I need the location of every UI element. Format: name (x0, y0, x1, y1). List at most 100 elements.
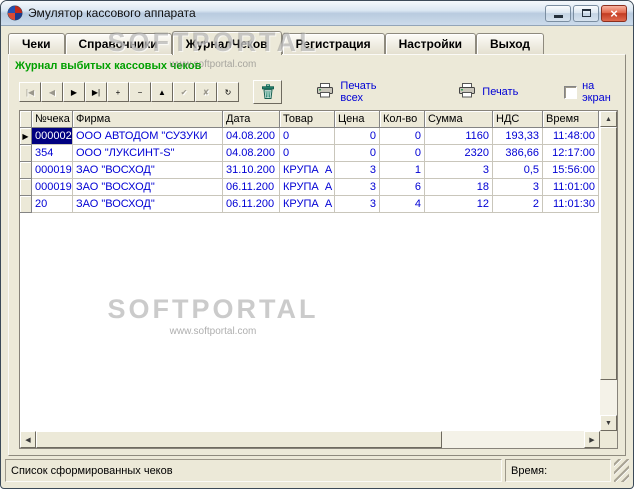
status-panel-time: Время: (505, 459, 611, 482)
cell[interactable]: 31.10.200 (223, 162, 280, 179)
cell[interactable]: ЗАО "ВОСХОД" (73, 179, 223, 196)
cell[interactable]: 3 (425, 162, 493, 179)
cell[interactable]: 6 (380, 179, 425, 196)
cell[interactable]: 11:01:00 (543, 179, 599, 196)
cell[interactable]: 06.11.200 (223, 179, 280, 196)
table-row: 000019 ЗАО "ВОСХОД" 31.10.200 КРУПА А 3 1 3 0,5… (20, 162, 599, 179)
nav-refresh-button[interactable]: ↻ (217, 82, 239, 102)
nav-edit-button[interactable]: ▲ (151, 82, 173, 102)
status-bar: Список сформированных чеков Время: (5, 459, 629, 482)
titlebar[interactable]: Эмулятор кассового аппарата × (1, 1, 633, 26)
cell[interactable]: КРУПА А (280, 196, 335, 213)
tab-page-journal: Журнал выбитых кассовых чеков |◀ ◀ ▶ ▶| + − ▲ ✔… (8, 54, 626, 456)
hscroll-track[interactable] (36, 431, 584, 448)
cell[interactable]: 354 (32, 145, 73, 162)
printer-icon (458, 83, 476, 101)
cell[interactable]: 06.11.200 (223, 196, 280, 213)
cell[interactable]: КРУПА А (280, 162, 335, 179)
window-controls: × (545, 4, 627, 22)
print-all-button[interactable]: Печать всех (316, 80, 400, 104)
cell[interactable]: 20 (32, 196, 73, 213)
cell[interactable]: ООО АВТОДОМ "СУЗУКИ (73, 128, 223, 145)
cell[interactable]: 2 (493, 196, 543, 213)
table-row: 20 ЗАО "ВОСХОД" 06.11.200 КРУПА А 3 4 12 2 11:01… (20, 196, 599, 213)
column-header-8: Время (543, 111, 599, 128)
table-row: 000019 ЗАО "ВОСХОД" 06.11.200 КРУПА А 3 6 18 3 1… (20, 179, 599, 196)
vscroll-thumb[interactable] (600, 127, 617, 381)
cell[interactable]: 12 (425, 196, 493, 213)
tab-vyhod[interactable]: Выход (475, 33, 545, 54)
cell[interactable]: 3 (335, 162, 380, 179)
vscroll-track[interactable] (600, 127, 617, 415)
cell[interactable]: ЗАО "ВОСХОД" (73, 162, 223, 179)
cell[interactable]: 0 (380, 128, 425, 145)
hscroll-thumb[interactable] (36, 431, 442, 448)
cell[interactable]: 1160 (425, 128, 493, 145)
column-header-4: Цена (335, 111, 380, 128)
cell[interactable]: 0 (280, 145, 335, 162)
cell[interactable]: 0 (335, 145, 380, 162)
toolbar: |◀ ◀ ▶ ▶| + − ▲ ✔ ✘ ↻ Печать всех Печать… (19, 79, 625, 105)
cell[interactable]: 000002 (32, 128, 73, 145)
scroll-up-button[interactable]: ▲ (600, 111, 617, 127)
nav-next-button[interactable]: ▶ (63, 82, 85, 102)
cell[interactable]: 193,33 (493, 128, 543, 145)
row-indicator (20, 179, 32, 196)
column-header-1: Фирма (73, 111, 223, 128)
column-header-7: НДС (493, 111, 543, 128)
scroll-down-button[interactable]: ▼ (600, 415, 617, 431)
tab-registracija[interactable]: Регистрация (281, 33, 385, 54)
close-button[interactable]: × (601, 4, 627, 22)
indicator-header (20, 111, 32, 128)
cell[interactable]: 386,66 (493, 145, 543, 162)
scrollbar-corner (600, 431, 617, 448)
cell[interactable]: 0 (335, 128, 380, 145)
vertical-scrollbar[interactable]: ▲ ▼ (600, 111, 617, 431)
cell[interactable]: 0 (380, 145, 425, 162)
to-screen-checkbox[interactable]: на экран (564, 80, 625, 104)
nav-last-button[interactable]: ▶| (85, 82, 107, 102)
cell[interactable]: 04.08.200 (223, 145, 280, 162)
to-screen-label: на экран (582, 80, 611, 104)
print-label: Печать (482, 86, 519, 98)
window-title: Эмулятор кассового аппарата (28, 6, 196, 20)
resize-grip[interactable] (614, 459, 629, 482)
cell[interactable]: КРУПА А (280, 179, 335, 196)
cell[interactable]: 15:56:00 (543, 162, 599, 179)
tab-zhurnal-chekov[interactable]: ЖурналЧеков (171, 31, 282, 55)
cell[interactable]: 3 (335, 196, 380, 213)
cell[interactable]: 1 (380, 162, 425, 179)
cell[interactable]: 4 (380, 196, 425, 213)
cell[interactable]: 000019 (32, 179, 73, 196)
checkbox-box[interactable] (564, 85, 578, 99)
nav-insert-button[interactable]: + (107, 82, 129, 102)
cell[interactable]: 11:01:30 (543, 196, 599, 213)
delete-check-button[interactable] (253, 80, 283, 104)
tab-bar: Чеки Справочники ЖурналЧеков Регистрация Нас… (1, 26, 633, 55)
scroll-left-button[interactable]: ◀ (20, 431, 36, 448)
tab-nastrojki[interactable]: Настройки (384, 33, 476, 54)
cell[interactable]: 12:17:00 (543, 145, 599, 162)
tab-spravochniki[interactable]: Справочники (64, 33, 172, 54)
print-button[interactable]: Печать (458, 83, 518, 101)
grid-header-row: №чека Фирма Дата Товар Цена Кол-во Сумма НДС Вре… (20, 111, 599, 128)
cell[interactable]: 04.08.200 (223, 128, 280, 145)
cell[interactable]: 000019 (32, 162, 73, 179)
nav-delete-button[interactable]: − (129, 82, 151, 102)
maximize-button[interactable] (573, 4, 599, 22)
cell[interactable]: 3 (493, 179, 543, 196)
cell[interactable]: ЗАО "ВОСХОД" (73, 196, 223, 213)
row-indicator: ▶ (20, 128, 32, 145)
minimize-button[interactable] (545, 4, 571, 22)
cell[interactable]: ООО "ЛУКСИНТ-S" (73, 145, 223, 162)
horizontal-scrollbar[interactable]: ◀ ▶ (20, 431, 600, 448)
tab-cheki[interactable]: Чеки (8, 33, 65, 54)
cell[interactable]: 0,5 (493, 162, 543, 179)
time-label: Время: (511, 464, 548, 477)
cell[interactable]: 18 (425, 179, 493, 196)
cell[interactable]: 3 (335, 179, 380, 196)
scroll-right-button[interactable]: ▶ (584, 431, 600, 448)
cell[interactable]: 11:48:00 (543, 128, 599, 145)
cell[interactable]: 2320 (425, 145, 493, 162)
cell[interactable]: 0 (280, 128, 335, 145)
